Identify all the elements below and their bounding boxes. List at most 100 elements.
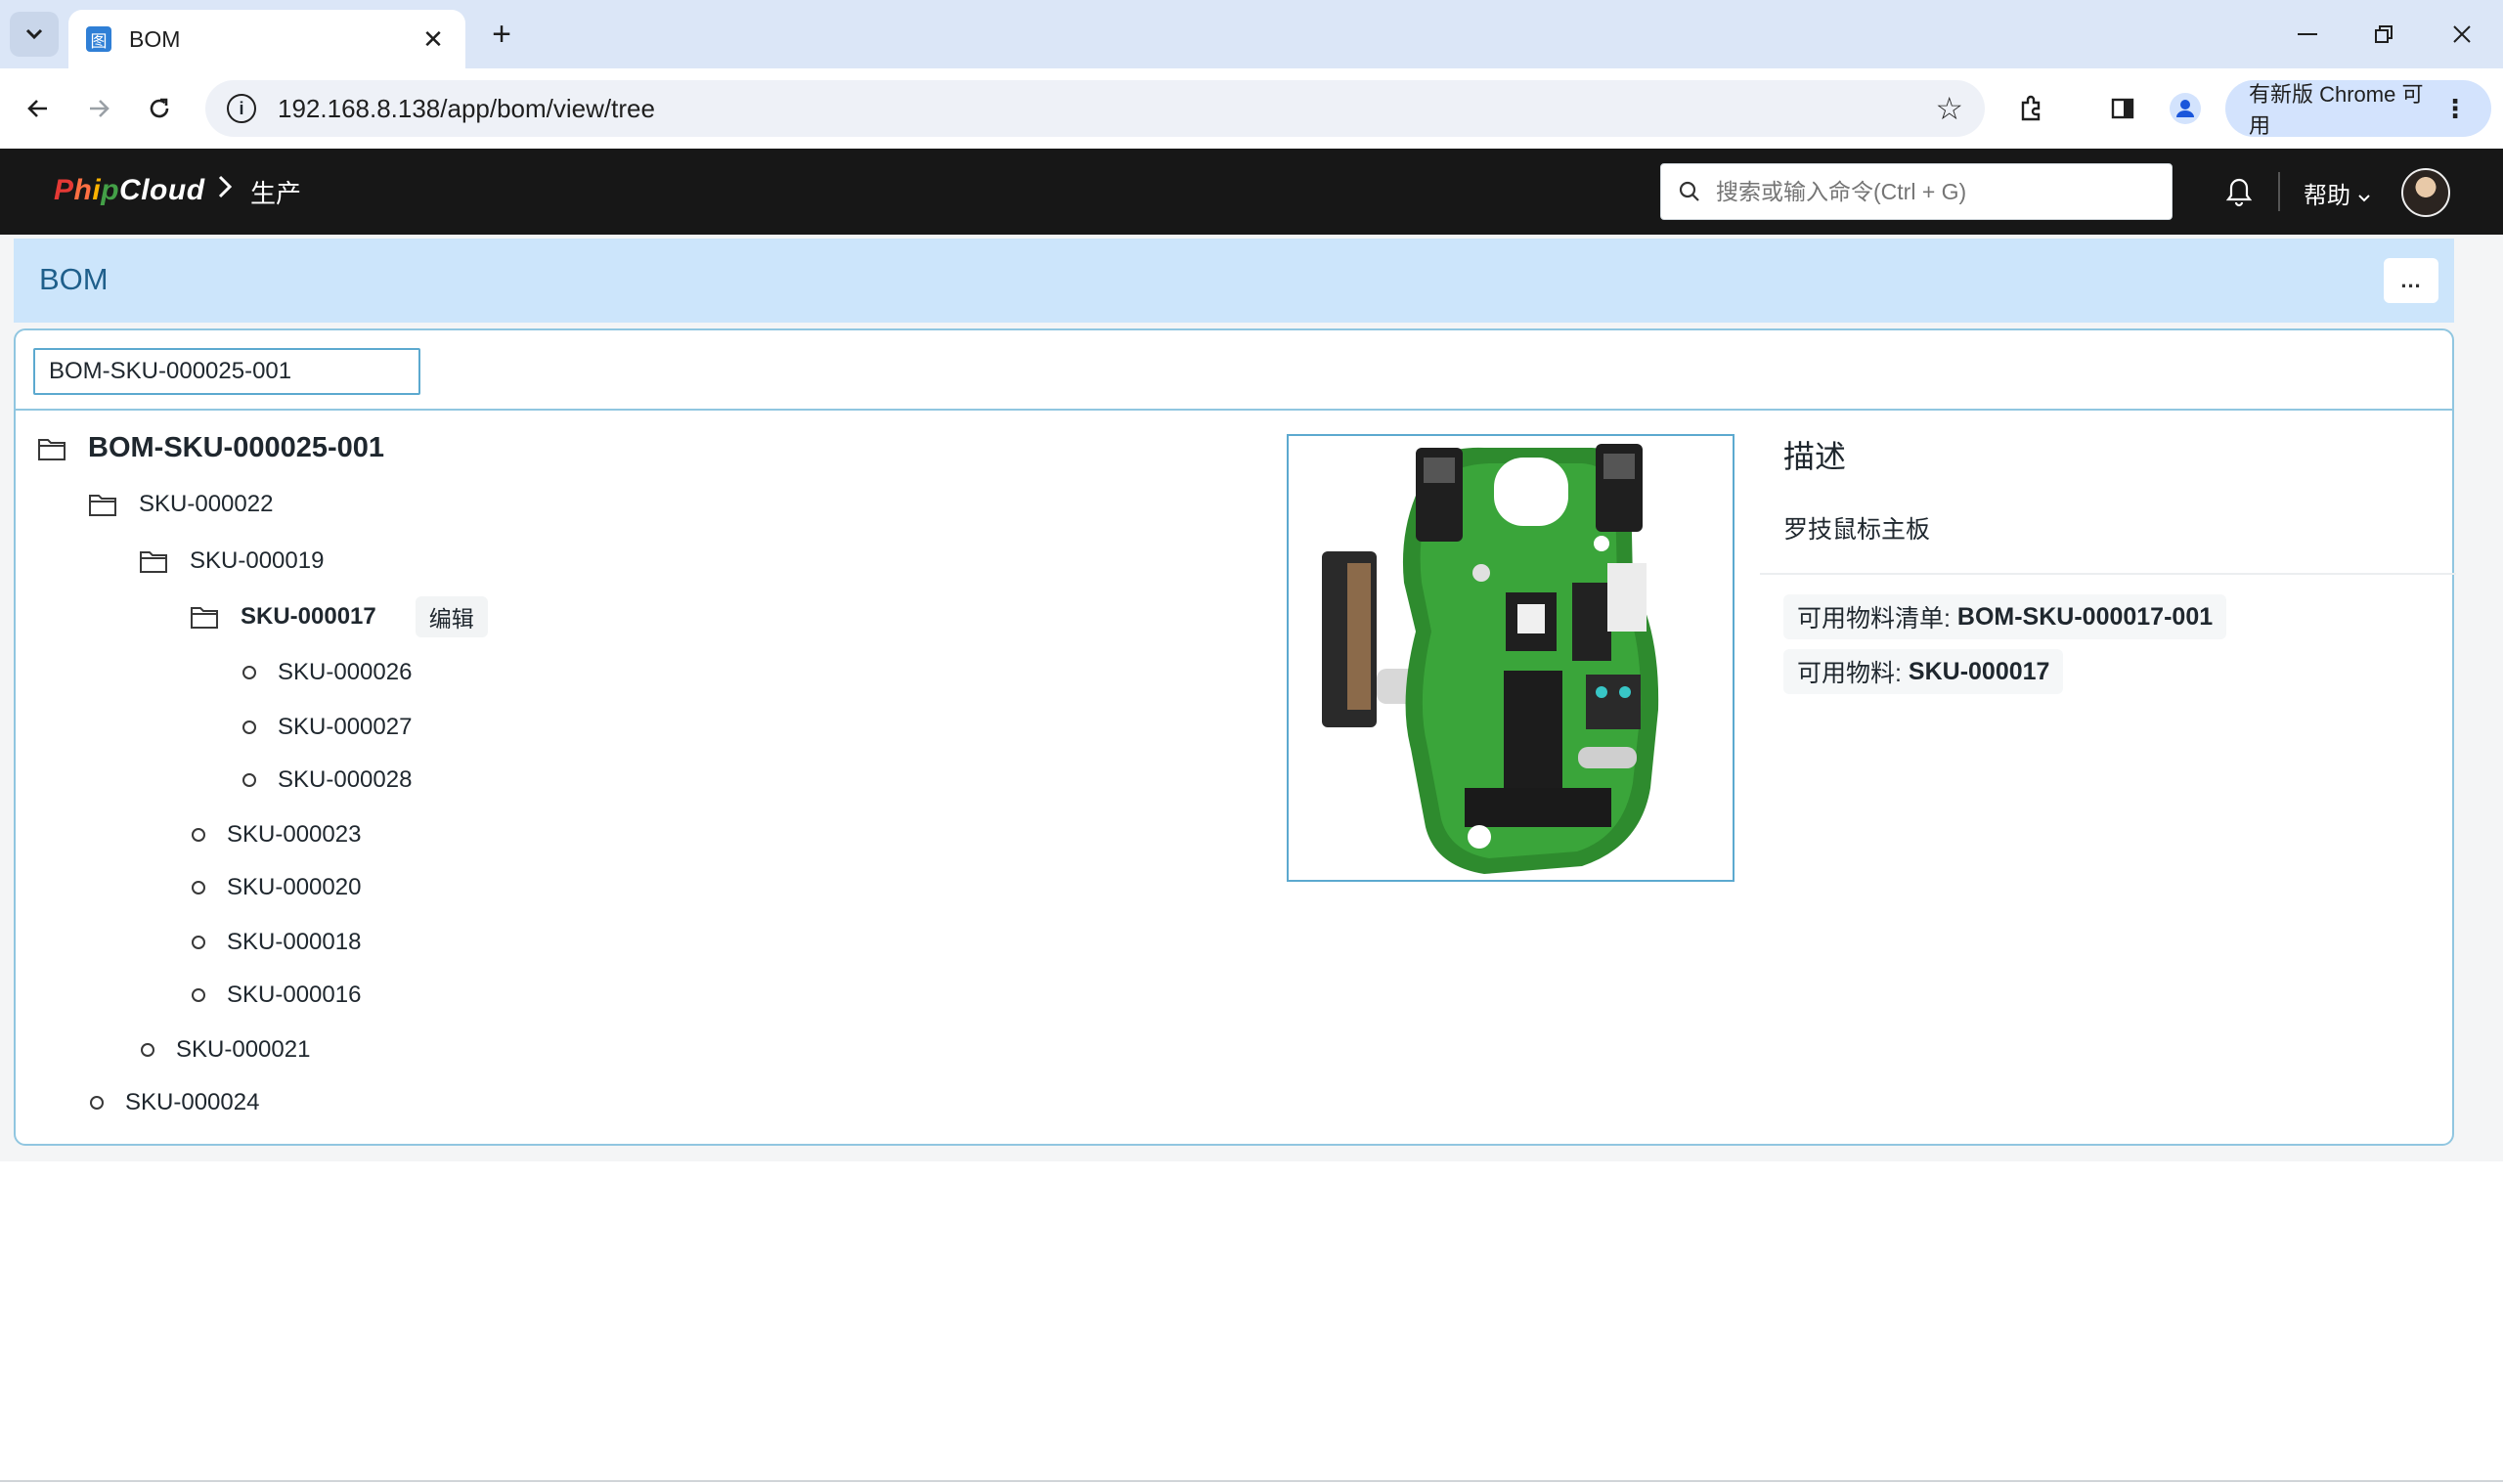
- folder-open-icon: [191, 607, 218, 629]
- side-panel-icon[interactable]: [2100, 86, 2145, 131]
- bom-filter-field[interactable]: [33, 348, 420, 395]
- notification-bell-icon[interactable]: [2221, 174, 2257, 209]
- available-item-pill: 可用物料: SKU-000017: [1783, 649, 2064, 694]
- app-logo[interactable]: PhipCloud: [54, 174, 205, 207]
- tree-node-root[interactable]: BOM-SKU-000025-001: [37, 432, 384, 464]
- available-bom-label: 可用物料清单:: [1797, 605, 1951, 633]
- close-icon[interactable]: [2433, 12, 2491, 57]
- forward-arrow-icon[interactable]: [76, 86, 121, 131]
- help-dropdown[interactable]: 帮助: [2304, 176, 2371, 210]
- profile-icon[interactable]: [2163, 86, 2208, 131]
- leaf-circle-icon: [192, 881, 205, 895]
- tree-node-folder-selected[interactable]: SKU-000017 编辑: [190, 596, 488, 637]
- avatar[interactable]: [2401, 168, 2450, 217]
- logo-letter: o: [150, 174, 168, 206]
- more-vert-icon[interactable]: ⋮: [2442, 94, 2468, 124]
- address-bar-row: i 192.168.8.138/app/bom/view/tree ☆ 有新版 …: [0, 68, 2503, 149]
- new-tab-button[interactable]: +: [481, 14, 522, 55]
- leaf-circle-icon: [192, 988, 205, 1002]
- logo-letter: P: [54, 174, 74, 206]
- awesomebar-search[interactable]: [1660, 163, 2173, 220]
- mouse-pcb-image: [1289, 436, 1733, 880]
- logo-letter: l: [141, 174, 151, 206]
- address-bar[interactable]: i 192.168.8.138/app/bom/view/tree ☆: [205, 80, 1985, 137]
- tree-node-label: SKU-000017: [241, 603, 376, 630]
- tree-node-leaf[interactable]: SKU-000020: [184, 874, 361, 901]
- folder-open-icon: [89, 495, 116, 516]
- back-arrow-icon[interactable]: [16, 86, 61, 131]
- logo-letter: h: [73, 174, 93, 206]
- search-input[interactable]: [1716, 178, 2154, 205]
- tree-node-label: BOM-SKU-000025-001: [88, 432, 385, 463]
- tree-node-label: SKU-000022: [139, 491, 274, 517]
- chrome-update-button[interactable]: 有新版 Chrome 可用 ⋮: [2225, 80, 2491, 138]
- logo-letter: C: [119, 174, 142, 206]
- leaf-circle-icon: [90, 1096, 104, 1110]
- tree-node-folder[interactable]: SKU-000019: [139, 547, 324, 575]
- tree-node-leaf[interactable]: SKU-000021: [133, 1036, 310, 1064]
- breadcrumb[interactable]: 生产: [250, 174, 301, 210]
- logo-letter: d: [186, 174, 205, 206]
- logo-letter: i: [92, 174, 102, 206]
- tree-node-label: SKU-000028: [278, 766, 413, 793]
- leaf-circle-icon: [242, 720, 256, 734]
- reload-icon[interactable]: [137, 86, 182, 131]
- tree-node-leaf[interactable]: SKU-000026: [235, 659, 412, 686]
- leaf-circle-icon: [242, 666, 256, 679]
- logo-letter: p: [101, 174, 120, 206]
- minimize-icon[interactable]: [2278, 12, 2337, 57]
- search-icon: [1679, 181, 1699, 201]
- available-item-value[interactable]: SKU-000017: [1909, 658, 2050, 686]
- description-text: 罗技鼠标主板: [1783, 516, 1931, 544]
- url-text[interactable]: 192.168.8.138/app/bom/view/tree: [278, 94, 1935, 124]
- folder-open-icon: [38, 438, 66, 460]
- leaf-circle-icon: [242, 773, 256, 787]
- maximize-icon[interactable]: [2354, 12, 2413, 57]
- tree-node-leaf[interactable]: SKU-000028: [235, 766, 412, 794]
- bookmark-star-icon[interactable]: ☆: [1935, 90, 1963, 127]
- chevron-right-icon: [215, 172, 235, 209]
- tree-node-leaf[interactable]: SKU-000023: [184, 821, 361, 849]
- leaf-circle-icon: [141, 1043, 154, 1057]
- tree-node-leaf[interactable]: SKU-000018: [184, 929, 361, 956]
- close-tab-icon[interactable]: ✕: [418, 24, 448, 55]
- tree-node-label: SKU-000027: [278, 714, 413, 740]
- browser-tab[interactable]: 图 BOM ✕: [68, 10, 465, 68]
- tree-node-label: SKU-000026: [278, 659, 413, 685]
- logo-letter: u: [167, 174, 187, 206]
- tree-node-label: SKU-000024: [125, 1089, 260, 1115]
- bom-tree-card: BOM-SKU-000025-001 SKU-000022 SKU-000019…: [14, 328, 2456, 1146]
- site-info-icon[interactable]: i: [227, 94, 256, 123]
- tree-node-leaf[interactable]: SKU-000016: [184, 982, 361, 1009]
- leaf-circle-icon: [192, 828, 205, 842]
- tree-node-label: SKU-000020: [227, 874, 362, 900]
- folder-open-icon: [140, 551, 167, 573]
- tree-node-leaf[interactable]: SKU-000027: [235, 714, 412, 741]
- description-heading: 描述: [1783, 439, 1847, 474]
- tree-node-label: SKU-000016: [227, 982, 362, 1008]
- item-image: [1287, 434, 1735, 882]
- chevron-down-icon: [2357, 195, 2370, 202]
- tree-node-label: SKU-000023: [227, 821, 362, 848]
- tree-node-folder[interactable]: SKU-000022: [88, 491, 273, 518]
- browser-tabstrip: 图 BOM ✕ +: [0, 0, 2503, 68]
- tree-node-label: SKU-000021: [176, 1036, 311, 1063]
- chrome-update-label: 有新版 Chrome 可用: [2249, 82, 2424, 138]
- tab-search-icon[interactable]: [10, 12, 59, 57]
- app-navbar: PhipCloud 生产 帮助: [0, 149, 2503, 235]
- page-menu-button[interactable]: ...: [2384, 258, 2438, 303]
- navbar-divider: [2278, 172, 2280, 211]
- tree-node-leaf[interactable]: SKU-000024: [82, 1089, 259, 1116]
- edit-button[interactable]: 编辑: [415, 596, 488, 637]
- available-bom-value[interactable]: BOM-SKU-000017-001: [1957, 603, 2213, 632]
- tree-node-label: SKU-000018: [227, 929, 362, 955]
- help-label: 帮助: [2304, 183, 2350, 209]
- tab-title: BOM: [129, 25, 181, 52]
- available-bom-pill: 可用物料清单: BOM-SKU-000017-001: [1783, 594, 2227, 639]
- available-item-label: 可用物料:: [1797, 660, 1902, 687]
- favicon-icon: 图: [86, 26, 111, 52]
- extensions-icon[interactable]: [2008, 86, 2053, 131]
- page-bottom-border: [0, 1480, 2503, 1482]
- divider: [1760, 573, 2456, 575]
- page-header: BOM ...: [14, 239, 2454, 323]
